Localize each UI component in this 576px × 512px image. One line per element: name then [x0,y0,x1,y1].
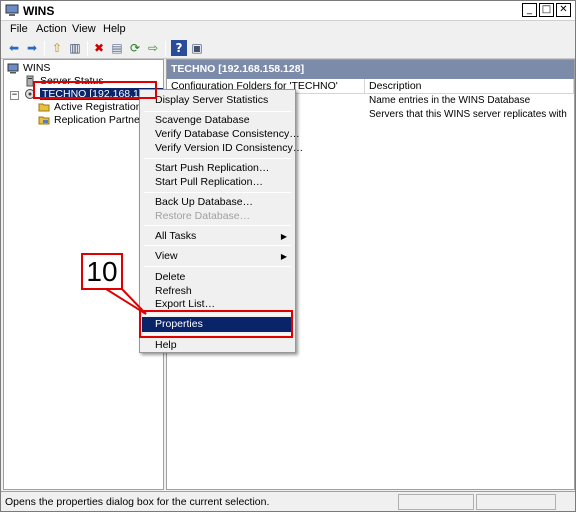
tree-label-active-registrations: Active Registrations [54,101,147,113]
show-hide-tree-icon[interactable]: ▥ [67,40,83,56]
status-pane [398,494,474,510]
menu-item-start-push-replication[interactable]: Start Push Replication… [142,161,293,176]
toolbar: ⬅ ➡ ⇧ ▥ ✖ ▤ ⟳ ⇨ ? ▣ [1,38,575,59]
menu-item-restore-database: Restore Database… [155,210,251,222]
help-icon[interactable]: ? [171,40,187,56]
menu-file[interactable]: File [10,23,28,35]
menu-separator [144,111,291,112]
folder-icon [38,103,50,112]
wins-root-icon [7,63,19,74]
menu-separator [144,158,291,159]
tree-item-replication-partners[interactable]: Replication Partners [38,114,149,126]
status-pane [476,494,556,510]
status-bar: Opens the properties dialog box for the … [1,491,575,511]
menu-separator [144,266,291,267]
folder-icon [38,116,50,125]
menu-label-view: View [155,250,178,262]
menu-view[interactable]: View [72,23,96,35]
submenu-arrow-icon: ▶ [280,252,287,261]
annotation-highlight-server [33,81,157,99]
menu-action[interactable]: Action [36,23,67,35]
menu-separator [144,245,291,246]
toolbar-separator [165,41,166,56]
wins-app-icon [5,4,19,16]
menu-item-delete[interactable]: Delete [142,270,293,285]
window-title: WINS [23,4,55,18]
title-bar: WINS _ □ ✕ [1,1,575,21]
annotation-step-number: 10 [81,253,123,290]
tree-item-wins[interactable]: WINS [7,62,50,74]
column-header-description[interactable]: Description [365,79,574,93]
annotation-highlight-properties [139,310,293,338]
minimize-button[interactable]: _ [522,3,537,17]
menu-item-scavenge-database[interactable]: Scavenge Database [142,113,293,128]
delete-icon[interactable]: ✖ [91,40,107,56]
properties-icon[interactable]: ▤ [109,40,125,56]
forward-icon[interactable]: ➡ [24,40,40,56]
tree-label-wins: WINS [23,62,51,74]
tree-item-active-registrations[interactable]: Active Registrations [38,101,147,113]
menu-item-start-pull-replication[interactable]: Start Pull Replication… [142,175,293,190]
refresh-icon[interactable]: ⟳ [127,40,143,56]
submenu-arrow-icon: ▶ [280,232,287,241]
list-cell-description: Servers that this WINS server replicates… [369,109,567,120]
mmc-window-icon[interactable]: ▣ [189,40,205,56]
menu-item-view[interactable]: View ▶ [142,249,293,264]
details-header: TECHNO [192.168.158.128] [167,60,574,79]
menu-bar: File Action View Help [1,21,575,38]
menu-item-back-up-database[interactable]: Back Up Database… [142,195,293,210]
list-cell-description: Name entries in the WINS Database [369,95,531,106]
menu-help[interactable]: Help [103,23,126,35]
toolbar-separator [87,41,88,56]
up-folder-icon[interactable]: ⇧ [49,40,65,56]
back-icon[interactable]: ⬅ [6,40,22,56]
menu-item-help[interactable]: Help [142,338,293,353]
menu-item-verify-database-consistency[interactable]: Verify Database Consistency… [142,127,300,142]
close-button[interactable]: ✕ [556,3,571,17]
menu-item-verify-version-id-consistency[interactable]: Verify Version ID Consistency… [142,141,303,156]
export-list-icon[interactable]: ⇨ [145,40,161,56]
tree-collapse-toggle[interactable]: − [10,91,19,100]
menu-separator [144,192,291,193]
menu-item-all-tasks[interactable]: All Tasks ▶ [142,229,293,244]
menu-separator [144,225,291,226]
toolbar-separator [44,41,45,56]
menu-label-all-tasks: All Tasks [155,230,197,242]
window-controls: _ □ ✕ [522,3,571,17]
tree-label-replication-partners: Replication Partners [54,114,149,126]
status-text: Opens the properties dialog box for the … [5,496,270,508]
menu-item-display-server-statistics[interactable]: Display Server Statistics [142,93,293,108]
maximize-button[interactable]: □ [539,3,554,17]
